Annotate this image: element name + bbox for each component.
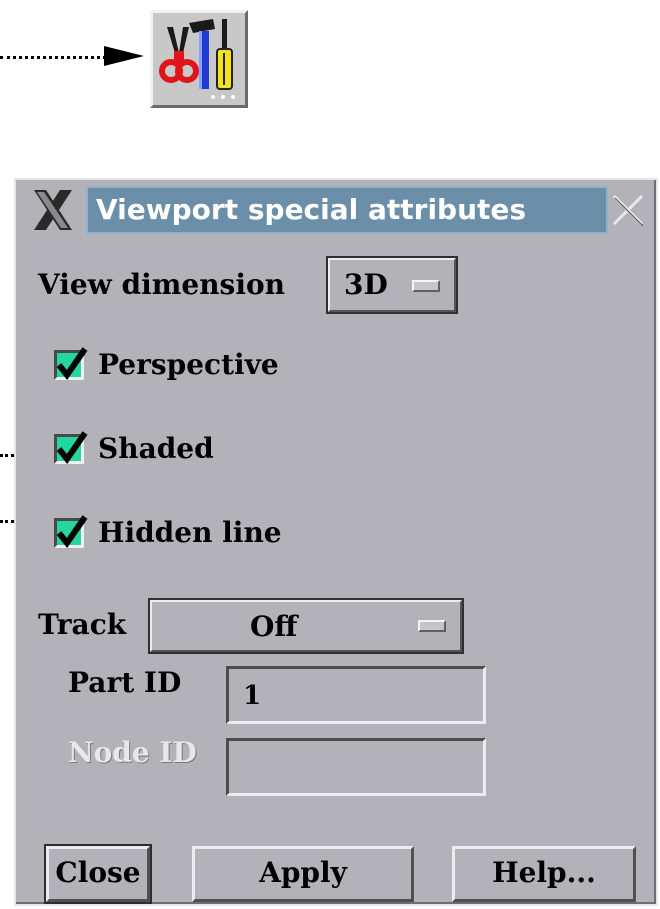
view-dimension-label: View dimension: [38, 268, 285, 301]
help-button[interactable]: Help...: [452, 846, 636, 902]
shaded-checkbox[interactable]: [54, 431, 88, 465]
viewport-attributes-dialog: Viewport special attributes View dimensi…: [14, 178, 658, 906]
pointer-arrow-line: [0, 56, 106, 59]
close-button[interactable]: Close: [44, 844, 152, 904]
option-menu-indicator-icon: [412, 280, 440, 292]
option-menu-indicator-icon: [418, 620, 446, 632]
part-id-label: Part ID: [68, 666, 182, 699]
title-bar[interactable]: Viewport special attributes: [18, 182, 654, 238]
hidden-line-checkbox[interactable]: [54, 515, 88, 549]
tools-button[interactable]: [150, 10, 248, 108]
part-id-input[interactable]: 1: [226, 666, 486, 724]
view-dimension-select[interactable]: 3D: [326, 256, 458, 314]
node-id-label: Node ID: [68, 736, 197, 769]
track-select[interactable]: Off: [148, 598, 464, 654]
checkmark-icon: [56, 515, 88, 549]
track-value: Off: [250, 610, 298, 643]
close-window-icon[interactable]: [610, 192, 646, 228]
node-id-input: [226, 738, 486, 796]
perspective-label[interactable]: Perspective: [98, 348, 279, 381]
window-menu-icon[interactable]: [30, 188, 76, 232]
tools-icon: [159, 19, 235, 99]
perspective-checkbox[interactable]: [54, 347, 88, 381]
checkmark-icon: [56, 347, 88, 381]
checkmark-icon: [56, 431, 88, 465]
view-dimension-value: 3D: [344, 268, 388, 301]
window-title: Viewport special attributes: [86, 186, 608, 234]
track-label: Track: [38, 608, 127, 641]
pointer-arrow-head: [104, 46, 144, 66]
part-id-value: 1: [243, 681, 262, 711]
shaded-label[interactable]: Shaded: [98, 432, 214, 465]
apply-button[interactable]: Apply: [192, 846, 414, 902]
hidden-line-label[interactable]: Hidden line: [98, 516, 282, 549]
